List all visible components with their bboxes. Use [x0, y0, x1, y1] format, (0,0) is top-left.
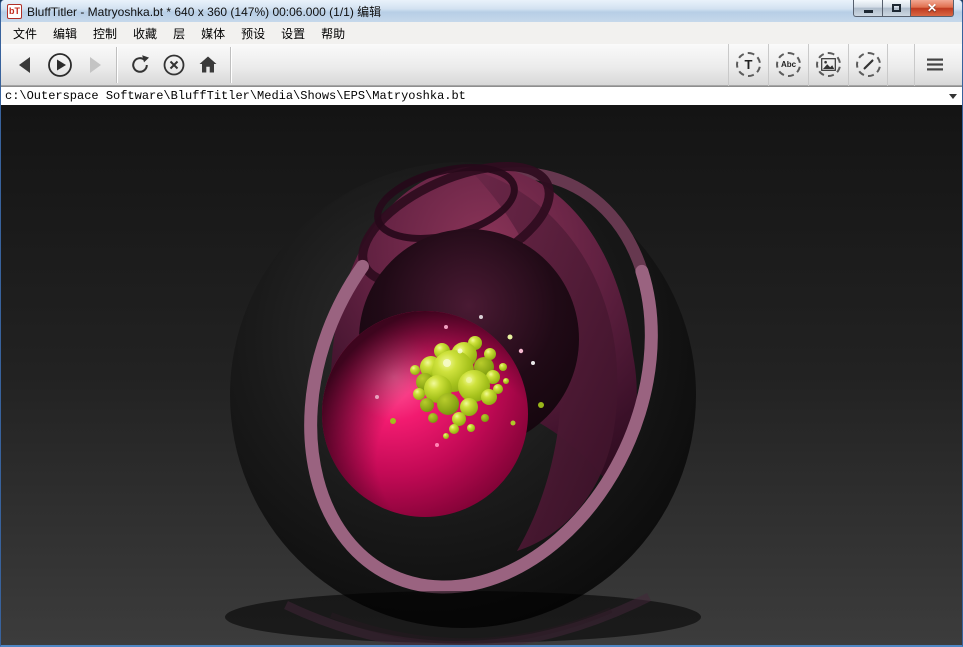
paragraph-layer-icon: Abc [776, 52, 801, 77]
picture-icon [816, 52, 841, 77]
cancel-button[interactable] [157, 48, 191, 82]
back-arrow-icon [14, 53, 38, 77]
inner-sphere-magenta [322, 311, 528, 517]
menu-file[interactable]: 文件 [5, 22, 45, 45]
sketch-icon [856, 52, 881, 77]
title-bar: bT BluffTitler - Matryoshka.bt * 640 x 3… [1, 0, 962, 22]
show-path-input[interactable] [1, 88, 944, 105]
forward-button[interactable] [77, 48, 111, 82]
maximize-icon [892, 4, 901, 12]
main-menu-button[interactable] [914, 44, 954, 86]
add-text-layer-button[interactable]: T [728, 44, 768, 86]
toolbar-separator [230, 47, 232, 83]
menu-media[interactable]: 媒体 [193, 22, 233, 45]
window-controls: ✕ [853, 0, 954, 17]
menu-presets[interactable]: 预设 [233, 22, 273, 45]
menu-settings[interactable]: 设置 [273, 22, 313, 45]
minimize-button[interactable] [853, 0, 882, 17]
hamburger-menu-icon [926, 57, 944, 72]
dropdown-arrow-icon [949, 94, 957, 99]
window-title: BluffTitler - Matryoshka.bt * 640 x 360 … [27, 3, 381, 20]
refresh-icon [128, 53, 152, 77]
menu-layer[interactable]: 层 [165, 22, 193, 45]
cancel-icon [162, 53, 186, 77]
play-button[interactable] [43, 48, 77, 82]
close-icon: ✕ [927, 2, 937, 14]
menu-favorites[interactable]: 收藏 [125, 22, 165, 45]
menu-help[interactable]: 帮助 [313, 22, 353, 45]
toolbar: T Abc [1, 44, 962, 86]
add-paragraph-layer-button[interactable]: Abc [768, 44, 808, 86]
maximize-button[interactable] [882, 0, 911, 17]
minimize-icon [864, 10, 873, 13]
show-path-combo [1, 86, 962, 105]
menu-control[interactable]: 控制 [85, 22, 125, 45]
home-button[interactable] [191, 48, 225, 82]
app-logo-icon: bT [7, 4, 22, 19]
app-window: bT BluffTitler - Matryoshka.bt * 640 x 3… [0, 0, 963, 647]
toolbar-separator [116, 47, 118, 83]
home-icon [196, 53, 220, 77]
play-icon [47, 52, 73, 78]
layer-button-group: T Abc [728, 44, 888, 86]
text-layer-icon: T [736, 52, 761, 77]
forward-arrow-icon [82, 53, 106, 77]
add-sketch-layer-button[interactable] [848, 44, 888, 86]
preview-render [1, 105, 962, 645]
preview-viewport[interactable] [1, 105, 962, 645]
back-button[interactable] [9, 48, 43, 82]
refresh-button[interactable] [123, 48, 157, 82]
menu-bar: 文件 编辑 控制 收藏 层 媒体 预设 设置 帮助 [1, 22, 962, 44]
add-picture-layer-button[interactable] [808, 44, 848, 86]
menu-edit[interactable]: 编辑 [45, 22, 85, 45]
show-path-dropdown-button[interactable] [944, 88, 962, 105]
close-button[interactable]: ✕ [911, 0, 954, 17]
